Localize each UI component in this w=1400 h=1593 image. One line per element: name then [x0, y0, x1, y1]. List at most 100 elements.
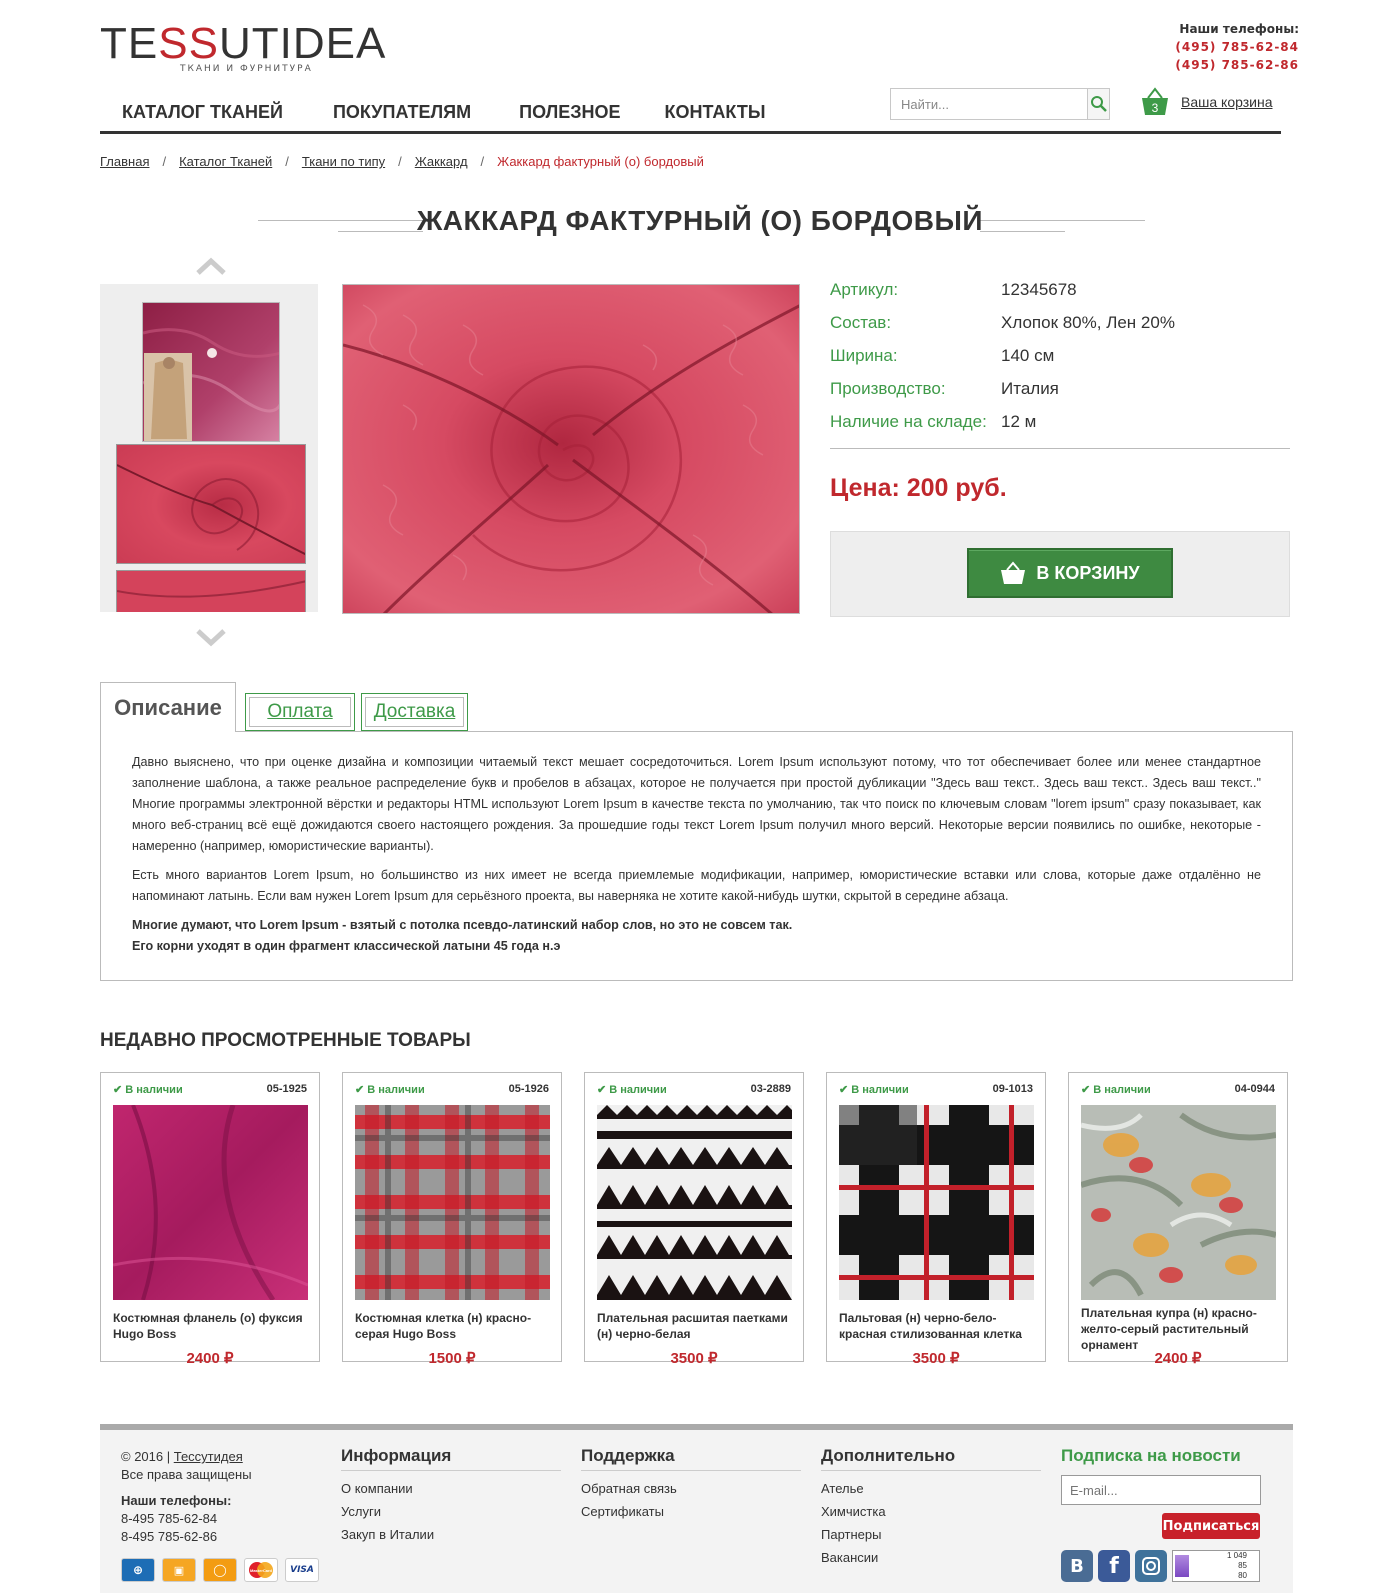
product-card-image[interactable] — [355, 1105, 550, 1300]
stock-badge: ✔ В наличии — [597, 1084, 667, 1096]
footer-phones-title: Наши телефоны: — [121, 1493, 232, 1508]
subscribe-title: Подписка на новости — [1061, 1446, 1241, 1465]
product-card[interactable]: ✔ В наличии 09-1013 Пальтовая (н) черно-б… — [826, 1072, 1046, 1367]
breadcrumb: Главная / Каталог Тканей / Ткани по типу / … — [100, 154, 704, 169]
product-price: Цена: 200 руб. — [830, 474, 1007, 502]
footer-info: Информация О компании Услуги Закуп в Ита… — [341, 1446, 561, 1546]
spec-row: Ширина: 140 см — [830, 344, 1290, 377]
product-card[interactable]: ✔ В наличии 05-1925 Костюмная фланель (о)… — [100, 1072, 320, 1367]
product-card-image[interactable] — [597, 1105, 792, 1300]
cart-count: 3 — [1152, 101, 1159, 115]
crumb-home[interactable]: Главная — [100, 154, 149, 169]
crumb-jacquard[interactable]: Жаккард — [415, 154, 468, 169]
instagram-icon[interactable] — [1135, 1550, 1167, 1582]
product-card-name[interactable]: Костюмная клетка (н) красно-серая Hugo B… — [355, 1310, 555, 1342]
facebook-icon[interactable]: f — [1098, 1550, 1130, 1582]
product-card-name[interactable]: Пальтовая (н) черно-бело-красная стилизо… — [839, 1310, 1039, 1342]
product-code: 03-2889 — [750, 1083, 791, 1095]
spec-value: 12345678 — [1001, 280, 1077, 299]
spec-label: Артикул: — [830, 280, 899, 299]
search-box — [890, 88, 1110, 120]
logo-tagline: ТКАНИ И ФУРНИТУРА — [180, 64, 313, 74]
footer-extra: Дополнительно Ателье Химчистка Партнеры … — [821, 1446, 1041, 1569]
description-paragraph: Давно выяснено, что при оценке дизайна и… — [132, 755, 1261, 853]
tab-description[interactable]: Описание — [100, 682, 236, 732]
main-nav: КАТАЛОГ ТКАНЕЙ ПОКУПАТЕЛЯМ ПОЛЕЗНОЕ КОНТ… — [100, 97, 787, 127]
thumbnail-2[interactable] — [116, 444, 306, 564]
nav-contacts[interactable]: КОНТАКТЫ — [643, 97, 788, 127]
crumb-catalog[interactable]: Каталог Тканей — [179, 154, 272, 169]
product-card-price: 3500 ₽ — [670, 1350, 718, 1367]
footer-phone-2[interactable]: 8-495 785-62-86 — [121, 1528, 252, 1546]
recent-products-title: НЕДАВНО ПРОСМОТРЕННЫЕ ТОВАРЫ — [100, 1030, 471, 1051]
footer-link[interactable]: Химчистка — [821, 1500, 1041, 1523]
crumb-by-type[interactable]: Ткани по типу — [302, 154, 385, 169]
nav-catalog[interactable]: КАТАЛОГ ТКАНЕЙ — [100, 97, 305, 127]
company-link[interactable]: Тессутидея — [174, 1449, 243, 1464]
add-to-cart-button[interactable]: В КОРЗИНУ — [967, 548, 1173, 598]
spec-value: Италия — [1001, 379, 1059, 398]
product-card-image[interactable] — [839, 1105, 1034, 1300]
cart-link[interactable]: Ваша корзина — [1181, 94, 1273, 110]
product-card-price: 1500 ₽ — [428, 1350, 476, 1367]
liveinternet-counter[interactable]: 1 049 85 80 — [1172, 1550, 1260, 1582]
phone-2[interactable]: (495) 785-62-86 — [1175, 56, 1299, 74]
email-field[interactable] — [1061, 1475, 1261, 1505]
stock-badge: ✔ В наличии — [113, 1084, 183, 1096]
footer-phone-1[interactable]: 8-495 785-62-84 — [121, 1510, 252, 1528]
copyright: © 2016 | — [121, 1449, 171, 1464]
rights-text: Все права защищены — [121, 1467, 252, 1482]
vk-icon[interactable]: В — [1061, 1550, 1093, 1582]
product-card-name[interactable]: Плательная расшитая паетками (н) черно-б… — [597, 1310, 797, 1342]
product-card-name[interactable]: Плательная купра (н) красно-желто-серый … — [1081, 1305, 1281, 1353]
page-title: ЖАККАРД ФАКТУРНЫЙ (О) БОРДОВЫЙ — [416, 205, 984, 236]
site-logo[interactable]: TESSUTIDEA ТКАНИ И ФУРНИТУРА — [100, 19, 387, 78]
thumbnail-1[interactable] — [142, 302, 280, 442]
search-input[interactable] — [891, 89, 1087, 119]
product-card-price: 2400 ₽ — [1154, 1350, 1202, 1367]
product-main-image[interactable] — [342, 284, 800, 614]
product-card-image[interactable] — [1081, 1105, 1276, 1300]
subscribe-button[interactable]: Подписаться — [1162, 1513, 1260, 1539]
nav-useful[interactable]: ПОЛЕЗНОЕ — [493, 97, 642, 127]
thumbnail-strip — [100, 284, 318, 612]
tab-payment[interactable]: Оплата — [245, 693, 355, 731]
spec-row: Наличие на складе: 12 м — [830, 410, 1290, 443]
footer-link[interactable]: Обратная связь — [581, 1477, 801, 1500]
phone-1[interactable]: (495) 785-62-84 — [1175, 38, 1299, 56]
search-button[interactable] — [1087, 89, 1109, 119]
product-code: 04-0944 — [1234, 1083, 1275, 1095]
footer-link[interactable]: Сертификаты — [581, 1500, 801, 1523]
footer-link[interactable]: О компании — [341, 1477, 561, 1500]
footer-link[interactable]: Закуп в Италии — [341, 1523, 561, 1546]
specs-divider — [830, 448, 1290, 449]
cart-widget[interactable]: 3 Ваша корзина — [1139, 86, 1273, 118]
thumbnail-3[interactable] — [116, 570, 306, 612]
chevron-down-icon[interactable] — [195, 628, 227, 648]
basket-icon: 3 — [1142, 87, 1168, 115]
footer-support-title: Поддержка — [581, 1446, 801, 1471]
product-card-name[interactable]: Костюмная фланель (о) фуксия Hugo Boss — [113, 1310, 313, 1342]
product-card[interactable]: ✔ В наличии 03-2889 Плательная расшитая п… — [584, 1072, 804, 1367]
product-card[interactable]: ✔ В наличии 04-0944 Плательная купра (н) … — [1068, 1072, 1288, 1367]
stock-badge: ✔ В наличии — [355, 1084, 425, 1096]
footer-info-title: Информация — [341, 1446, 561, 1471]
footer-link[interactable]: Ателье — [821, 1477, 1041, 1500]
logo-wordmark: TESSUTIDEA — [100, 19, 387, 68]
product-code: 09-1013 — [992, 1083, 1033, 1095]
spec-value: Хлопок 80%, Лен 20% — [1001, 313, 1175, 332]
footer-link[interactable]: Вакансии — [821, 1546, 1041, 1569]
footer-extra-title: Дополнительно — [821, 1446, 1041, 1471]
nav-buyers[interactable]: ПОКУПАТЕЛЯМ — [305, 97, 493, 127]
chevron-up-icon[interactable] — [195, 256, 227, 276]
product-card[interactable]: ✔ В наличии 05-1926 Костюмная клетка (н) … — [342, 1072, 562, 1367]
product-card-image[interactable] — [113, 1105, 308, 1300]
yandex-money-icon: ▣ — [162, 1558, 196, 1582]
spec-value: 12 м — [1001, 412, 1037, 431]
tab-delivery[interactable]: Доставка — [361, 693, 468, 731]
product-specs: Артикул: 12345678 Состав: Хлопок 80%, Лен … — [830, 278, 1290, 443]
webmoney-icon: ⊕ — [121, 1558, 155, 1582]
footer-link[interactable]: Услуги — [341, 1500, 561, 1523]
footer-link[interactable]: Партнеры — [821, 1523, 1041, 1546]
nav-divider — [100, 131, 1281, 134]
